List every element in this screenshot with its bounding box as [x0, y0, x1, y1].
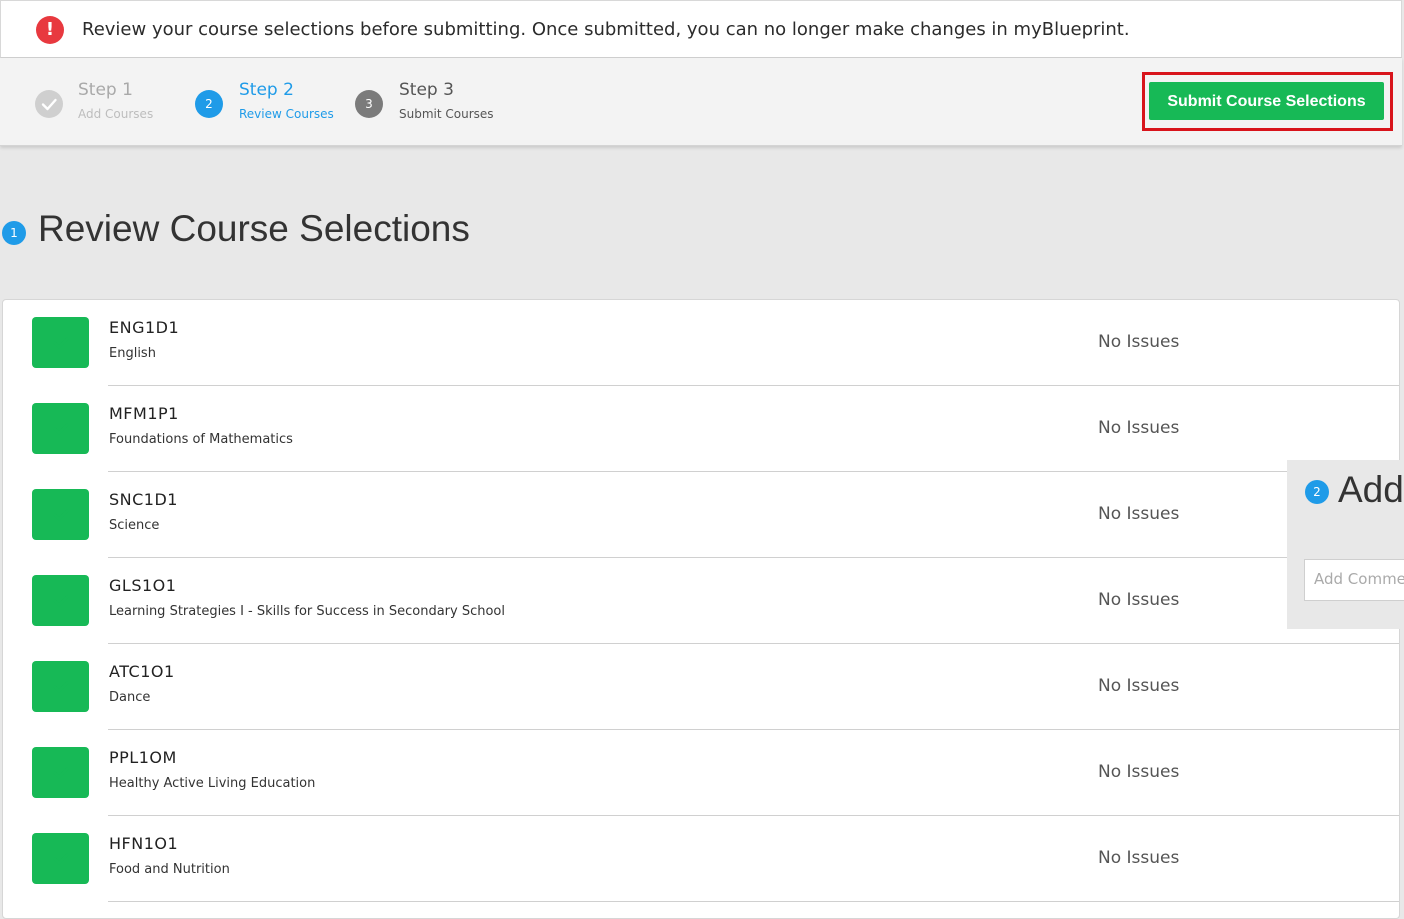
section-number-badge: 2 — [1305, 480, 1329, 504]
list-item: SNC1D1 Science No Issues — [3, 472, 1399, 558]
step-3-title: Step 3 — [399, 80, 454, 100]
course-name: Food and Nutrition — [109, 862, 230, 877]
step-progress-bar: Step 1 Add Courses 2 Step 2 Review Cours… — [0, 58, 1402, 146]
course-name: English — [109, 346, 156, 361]
course-name: Dance — [109, 690, 151, 705]
course-name: Science — [109, 518, 160, 533]
step-3-subtitle: Submit Courses — [399, 107, 494, 121]
course-code: ATC1O1 — [109, 662, 175, 681]
course-code: SNC1D1 — [109, 490, 178, 509]
alert-banner: ! Review your course selections before s… — [0, 0, 1402, 58]
section-number-badge: 1 — [2, 221, 26, 245]
submit-course-selections-button[interactable]: Submit Course Selections — [1149, 82, 1384, 120]
list-item: ENG1D1 English No Issues — [3, 300, 1399, 386]
step-1-title: Step 1 — [78, 80, 133, 100]
step-3-number: 3 — [355, 90, 383, 118]
course-list: ENG1D1 English No Issues MFM1P1 Foundati… — [2, 299, 1400, 919]
course-status: No Issues — [1098, 762, 1180, 782]
list-item: HFN1O1 Food and Nutrition No Issues — [3, 816, 1399, 902]
step-2-number: 2 — [195, 90, 223, 118]
row-divider — [108, 901, 1399, 902]
list-item: ATC1O1 Dance No Issues — [3, 644, 1399, 730]
check-icon — [32, 661, 89, 712]
course-status: No Issues — [1098, 590, 1180, 610]
course-status: No Issues — [1098, 504, 1180, 524]
comment-panel: 2 Add Add Comme — [1287, 460, 1404, 629]
exclamation-icon: ! — [36, 16, 64, 44]
course-code: PPL1OM — [109, 748, 177, 767]
course-status: No Issues — [1098, 848, 1180, 868]
step-1-subtitle: Add Courses — [78, 107, 154, 121]
check-icon — [32, 747, 89, 798]
check-icon — [32, 317, 89, 368]
course-code: HFN1O1 — [109, 834, 179, 853]
course-status: No Issues — [1098, 332, 1180, 352]
step-2-title: Step 2 — [239, 80, 294, 100]
course-code: GLS1O1 — [109, 576, 177, 595]
course-code: ENG1D1 — [109, 318, 180, 337]
course-code: MFM1P1 — [109, 404, 179, 423]
check-icon — [32, 575, 89, 626]
check-icon — [32, 833, 89, 884]
step-2-subtitle: Review Courses — [239, 107, 334, 121]
course-status: No Issues — [1098, 418, 1180, 438]
comment-input[interactable]: Add Comme — [1304, 559, 1404, 601]
course-name: Healthy Active Living Education — [109, 776, 316, 791]
page-title: Review Course Selections — [38, 208, 470, 249]
comment-section-title: Add — [1338, 469, 1404, 510]
list-item: PPL1OM Healthy Active Living Education N… — [3, 730, 1399, 816]
list-item: GLS1O1 Learning Strategies I - Skills fo… — [3, 558, 1399, 644]
course-name: Learning Strategies I - Skills for Succe… — [109, 604, 505, 619]
alert-message: Review your course selections before sub… — [82, 19, 1130, 40]
check-icon — [35, 90, 63, 118]
course-status: No Issues — [1098, 676, 1180, 696]
list-item: MFM1P1 Foundations of Mathematics No Iss… — [3, 386, 1399, 472]
course-name: Foundations of Mathematics — [109, 432, 293, 447]
check-icon — [32, 489, 89, 540]
check-icon — [32, 403, 89, 454]
